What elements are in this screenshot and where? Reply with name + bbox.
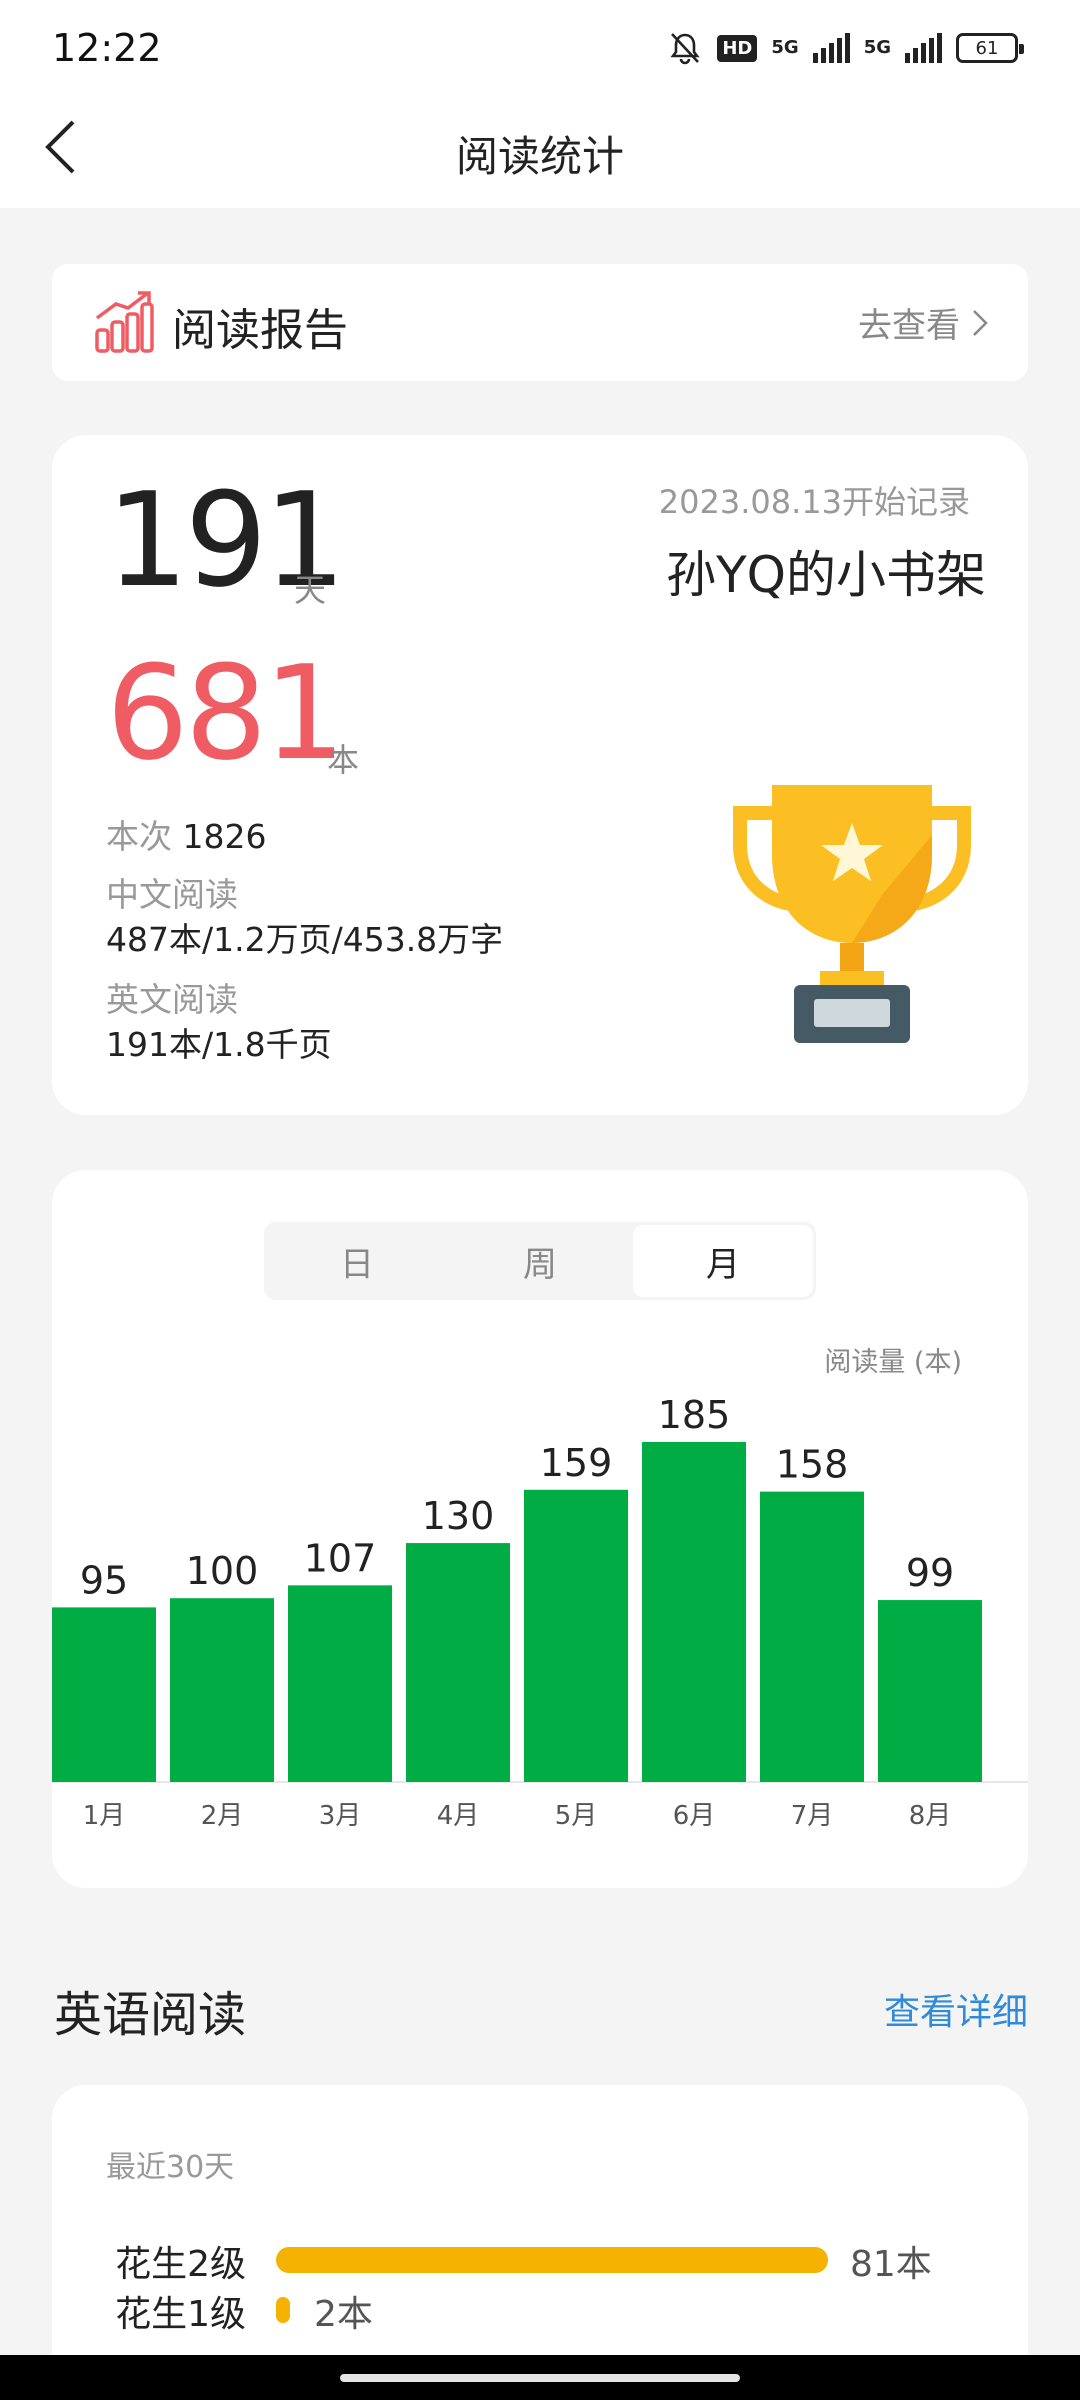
books-read-unit: 本 bbox=[327, 741, 360, 779]
view-report-link[interactable]: 去查看 bbox=[858, 298, 988, 347]
page-title: 阅读统计 bbox=[455, 132, 624, 181]
bar-value-label: 159 bbox=[540, 1441, 613, 1485]
english-reading-card: 最近30天 花生2级 81本 花生1级 2本 bbox=[52, 2085, 1028, 2400]
level-label: 花生2级 bbox=[115, 2244, 246, 2285]
status-time: 12:22 bbox=[52, 26, 162, 70]
battery-icon: 61 bbox=[956, 33, 1024, 63]
level-progress-bar bbox=[276, 2247, 828, 2273]
level-label: 花生1级 bbox=[115, 2294, 246, 2335]
app-header: 阅读统计 bbox=[0, 95, 1080, 208]
chart-bar[interactable] bbox=[406, 1543, 510, 1782]
trophy-icon bbox=[733, 785, 971, 1043]
view-details-link[interactable]: 查看详细 bbox=[884, 1983, 1028, 2035]
chart-bar[interactable] bbox=[878, 1600, 982, 1782]
period-label: 最近30天 bbox=[106, 2150, 235, 2185]
chinese-reading-label: 中文阅读 bbox=[106, 875, 238, 914]
reading-report-card[interactable]: 阅读报告 去查看 bbox=[52, 264, 1028, 381]
chart-bar[interactable] bbox=[52, 1607, 156, 1782]
mute-bell-icon bbox=[670, 33, 700, 65]
chart-bar[interactable] bbox=[760, 1491, 864, 1782]
signal-icon-1 bbox=[812, 33, 850, 63]
bar-value-label: 107 bbox=[304, 1536, 377, 1580]
reading-report-label: 阅读报告 bbox=[172, 305, 348, 356]
read-times-label: 本次 bbox=[106, 817, 172, 856]
bar-value-label: 185 bbox=[658, 1393, 731, 1437]
x-tick-label: 1月 bbox=[83, 1801, 126, 1831]
hd-badge: HD bbox=[717, 34, 758, 62]
bar-value-label: 130 bbox=[422, 1494, 495, 1538]
read-times-value: 1826 bbox=[182, 817, 267, 856]
chart-bar[interactable] bbox=[642, 1442, 746, 1782]
x-tick-label: 3月 bbox=[319, 1801, 362, 1831]
level-count: 81本 bbox=[850, 2244, 932, 2285]
chinese-reading-value: 487本/1.2万页/453.8万字 bbox=[106, 920, 504, 959]
x-tick-label: 7月 bbox=[791, 1801, 834, 1831]
network-type-2: 5G bbox=[863, 37, 891, 58]
x-tick-label: 6月 bbox=[673, 1801, 716, 1831]
english-reading-value: 191本/1.8千页 bbox=[106, 1025, 332, 1064]
chart-bar[interactable] bbox=[524, 1489, 628, 1782]
network-type-1: 5G bbox=[771, 37, 799, 58]
reading-summary-card: 191 天 2023.08.13开始记录 孙YQ的小书架 681 本 本次 18… bbox=[52, 435, 1028, 1115]
read-times-row: 本次 1826 bbox=[106, 810, 266, 858]
reading-days-unit: 天 bbox=[294, 571, 327, 609]
bookshelf-name: 孙YQ的小书架 bbox=[666, 546, 986, 604]
signal-icon-2 bbox=[905, 33, 942, 63]
view-report-text: 去查看 bbox=[858, 306, 960, 346]
x-tick-label: 5月 bbox=[555, 1801, 598, 1831]
level-progress-bar bbox=[276, 2297, 290, 2323]
level-count: 2本 bbox=[314, 2294, 373, 2335]
record-start-date: 2023.08.13开始记录 bbox=[658, 483, 970, 521]
bar-chart-trend-icon bbox=[95, 291, 154, 353]
battery-level: 61 bbox=[975, 37, 999, 59]
bar-value-label: 99 bbox=[906, 1551, 954, 1595]
bar-value-label: 158 bbox=[776, 1443, 849, 1487]
status-icons: HD 5G 5G 61 bbox=[667, 26, 1024, 70]
status-bar: 12:22 HD 5G 5G 61 bbox=[0, 0, 1080, 95]
reading-chart-card: 日 周 月 阅读量 (本) 95 1月 100 2月 107 3月 130 4月 159 5月 18… bbox=[52, 1170, 1028, 1888]
x-tick-label: 8月 bbox=[909, 1801, 952, 1831]
chart-bar[interactable] bbox=[288, 1585, 392, 1782]
x-tick-label: 2月 bbox=[201, 1801, 244, 1831]
english-reading-label: 英文阅读 bbox=[106, 980, 238, 1019]
system-navigation-bar bbox=[0, 2355, 1080, 2400]
monthly-bar-chart: 95 1月 100 2月 107 3月 130 4月 159 5月 185 6月 158 7月 99 8月 bbox=[52, 1393, 1028, 1831]
chart-bar[interactable] bbox=[170, 1598, 274, 1782]
english-section-title: 英语阅读 bbox=[54, 1987, 247, 2043]
bar-value-label: 95 bbox=[80, 1558, 128, 1602]
x-tick-label: 4月 bbox=[437, 1801, 480, 1831]
chevron-right-icon bbox=[973, 309, 988, 336]
bar-value-label: 100 bbox=[186, 1549, 259, 1593]
books-read-count: 681 bbox=[106, 637, 346, 789]
home-gesture-handle[interactable] bbox=[340, 2374, 740, 2382]
